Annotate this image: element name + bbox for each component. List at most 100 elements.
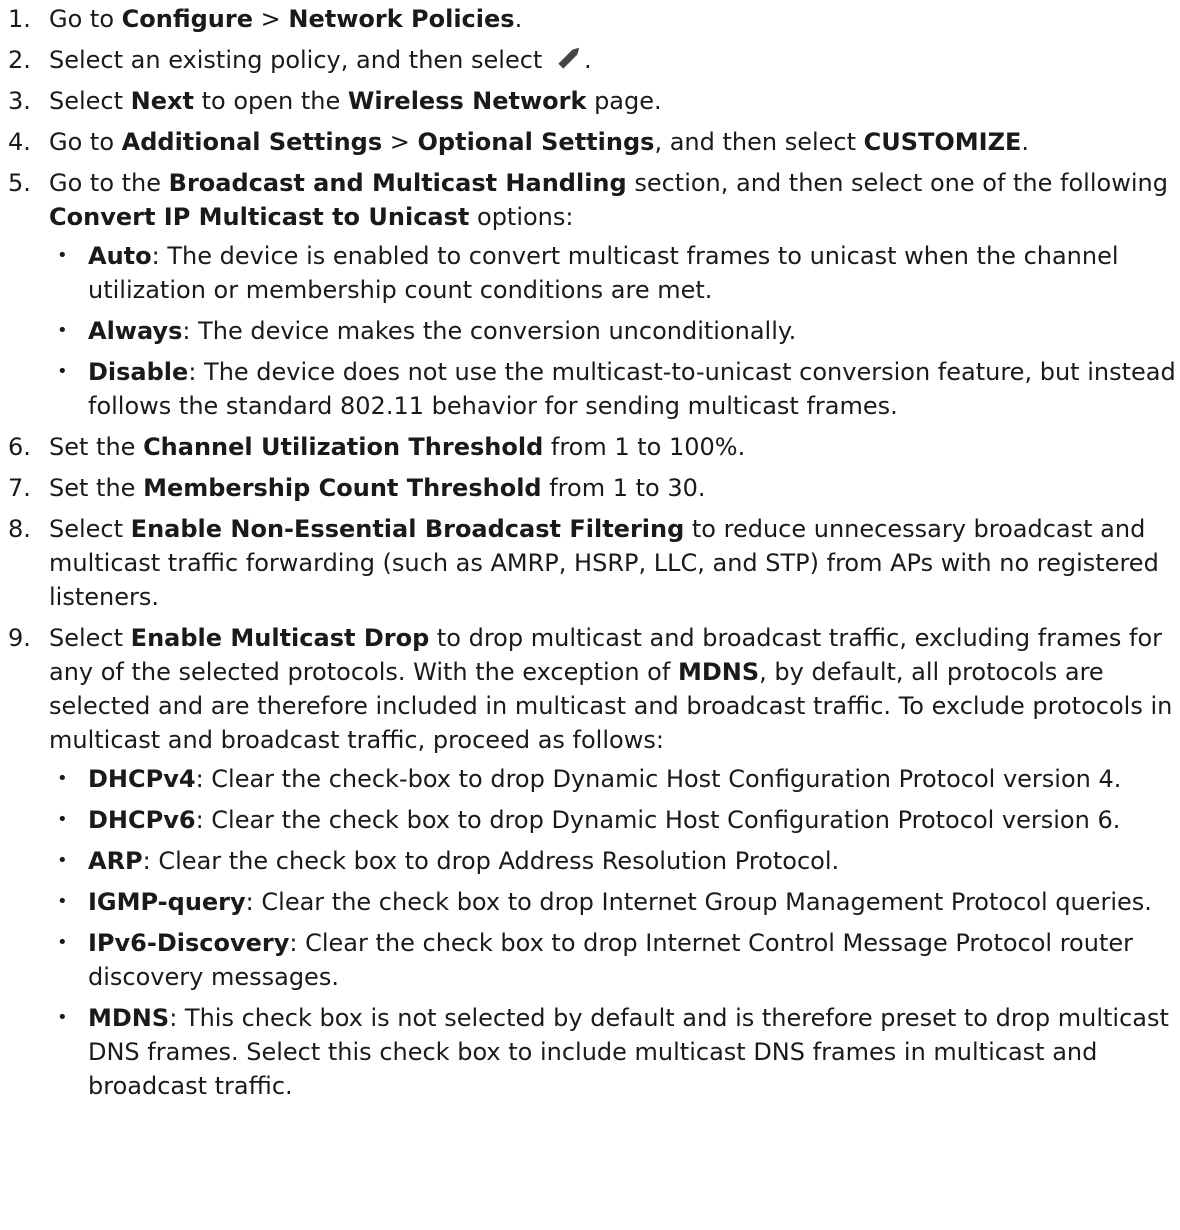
step-item: 7. Set the Membership Count Threshold fro… [0, 471, 1180, 505]
text-run: options: [469, 203, 574, 231]
sub-item-text: DHCPv6: Clear the check box to drop Dyna… [88, 806, 1120, 834]
bold-term: Wireless Network [347, 87, 587, 115]
step-item: 2. Select an existing policy, and then se… [0, 43, 1180, 77]
step-item: 8. Select Enable Non-Essential Broadcast … [0, 512, 1180, 614]
step-number: 7. [8, 474, 31, 502]
text-run: from 1 to 30. [541, 474, 706, 502]
step-number: 9. [8, 624, 31, 652]
text-run: : Clear the check box to drop Internet G… [245, 888, 1152, 916]
text-run: Select an existing policy, and then sele… [49, 46, 550, 74]
step-item: 5. Go to the Broadcast and Multicast Hand… [0, 166, 1180, 423]
bold-term: Optional Settings [417, 128, 655, 156]
bold-term: Network Policies [288, 5, 515, 33]
text-run: : Clear the check box to drop Dynamic Ho… [195, 806, 1121, 834]
step-text: Select Enable Non-Essential Broadcast Fi… [49, 515, 1159, 611]
bold-term: Membership Count Threshold [143, 474, 542, 502]
bullet-icon: • [57, 891, 68, 912]
text-run: Select [49, 87, 131, 115]
step-item: 3. Select Next to open the Wireless Netwo… [0, 84, 1180, 118]
bold-term: MDNS [88, 1004, 170, 1032]
step-number: 5. [8, 169, 31, 197]
text-run: : The device makes the conversion uncond… [182, 317, 797, 345]
sub-item-text: MDNS: This check box is not selected by … [88, 1004, 1169, 1100]
step-number: 8. [8, 515, 31, 543]
step-text: Select Next to open the Wireless Network… [49, 87, 662, 115]
sub-list-item: • IPv6-Discovery: Clear the check box to … [49, 926, 1180, 994]
text-run: section, and then select one of the foll… [626, 169, 1168, 197]
text-run: Go to the [49, 169, 169, 197]
bold-term: Disable [88, 358, 189, 386]
bullet-icon: • [57, 1007, 68, 1028]
text-run: : Clear the check box to drop Address Re… [142, 847, 840, 875]
text-run: page. [586, 87, 662, 115]
bold-term: Enable Non-Essential Broadcast Filtering [130, 515, 685, 543]
sub-list: • Auto: The device is enabled to convert … [49, 239, 1180, 423]
bullet-icon: • [57, 768, 68, 789]
procedure-document: 1. Go to Configure > Network Policies. 2. S… [0, 0, 1180, 1103]
text-run: Set the [49, 474, 144, 502]
bold-term: CUSTOMIZE [863, 128, 1022, 156]
bold-term: IPv6-Discovery [88, 929, 290, 957]
text-run: > [253, 5, 289, 33]
step-text: Select an existing policy, and then sele… [49, 46, 592, 74]
sub-list-item: • ARP: Clear the check box to drop Addres… [49, 844, 1180, 878]
text-run: Select [49, 515, 131, 543]
bold-term: Additional Settings [121, 128, 383, 156]
step-item: 1. Go to Configure > Network Policies. [0, 2, 1180, 36]
bullet-icon: • [57, 809, 68, 830]
text-run: Select [49, 624, 131, 652]
steps-list: 1. Go to Configure > Network Policies. 2. S… [0, 2, 1180, 1103]
text-run: include [539, 1038, 627, 1066]
step-text: Go to Additional Settings > Optional Set… [49, 128, 1029, 156]
sub-list-item: • MDNS: This check box is not selected by… [49, 1001, 1180, 1103]
bold-term: Convert IP Multicast to Unicast [49, 203, 470, 231]
step-number: 4. [8, 128, 31, 156]
sub-list-item: • DHCPv4: Clear the check-box to drop Dyn… [49, 762, 1180, 796]
sub-item-text: Disable: The device does not use the mul… [88, 358, 1176, 420]
text-run: : The device is enabled to convert multi… [88, 242, 1119, 304]
step-number: 6. [8, 433, 31, 461]
step-number: 1. [8, 5, 31, 33]
text-run: : The device does not use the multicast-… [88, 358, 1176, 420]
text-run: . [583, 46, 592, 74]
sub-list-item: • Always: The device makes the conversion… [49, 314, 1180, 348]
bold-term: DHCPv4 [88, 765, 196, 793]
step-text: Go to the Broadcast and Multicast Handli… [49, 169, 1168, 231]
sub-list-item: • Auto: The device is enabled to convert … [49, 239, 1180, 307]
step-item: 6. Set the Channel Utilization Threshold … [0, 430, 1180, 464]
bold-term: Enable Multicast Drop [130, 624, 430, 652]
text-run: Set the [49, 433, 144, 461]
step-item: 9. Select Enable Multicast Drop to drop m… [0, 621, 1180, 1103]
sub-item-text: ARP: Clear the check box to drop Address… [88, 847, 839, 875]
text-run: . [514, 5, 523, 33]
sub-item-text: DHCPv4: Clear the check-box to drop Dyna… [88, 765, 1121, 793]
bold-term: Channel Utilization Threshold [143, 433, 544, 461]
pencil-icon [556, 44, 584, 70]
step-item: 4. Go to Additional Settings > Optional S… [0, 125, 1180, 159]
bullet-icon: • [57, 320, 68, 341]
text-run: . [1021, 128, 1030, 156]
sub-list-item: • IGMP-query: Clear the check box to drop… [49, 885, 1180, 919]
sub-item-text: Always: The device makes the conversion … [88, 317, 796, 345]
bold-term: ARP [88, 847, 143, 875]
text-run: , and then select [654, 128, 864, 156]
sub-item-text: Auto: The device is enabled to convert m… [88, 242, 1119, 304]
sub-item-text: IGMP-query: Clear the check box to drop … [88, 888, 1152, 916]
bold-term: Broadcast and Multicast Handling [168, 169, 627, 197]
sub-item-text: IPv6-Discovery: Clear the check box to d… [88, 929, 1133, 991]
bold-term: IGMP-query [88, 888, 246, 916]
bold-term: MDNS [677, 658, 760, 686]
step-text: Go to Configure > Network Policies. [49, 5, 522, 33]
text-run: to open the [194, 87, 348, 115]
step-text: Set the Membership Count Threshold from … [49, 474, 706, 502]
bullet-icon: • [57, 245, 68, 266]
bullet-icon: • [57, 850, 68, 871]
sub-list-item: • DHCPv6: Clear the check box to drop Dyn… [49, 803, 1180, 837]
text-run: Go to [49, 128, 122, 156]
sub-list-item: • Disable: The device does not use the mu… [49, 355, 1180, 423]
bold-term: Auto [88, 242, 152, 270]
step-text: Set the Channel Utilization Threshold fr… [49, 433, 745, 461]
text-run: > [382, 128, 418, 156]
sub-list: • DHCPv4: Clear the check-box to drop Dyn… [49, 762, 1180, 1103]
bold-term: Always [88, 317, 183, 345]
